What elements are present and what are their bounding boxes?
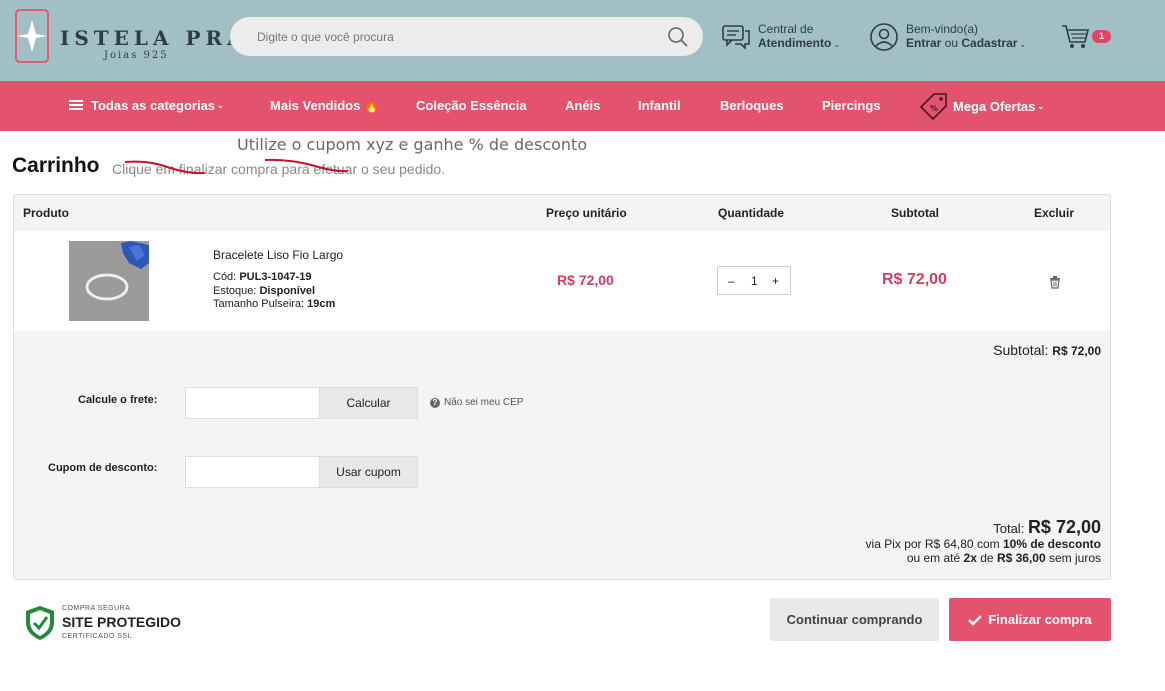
question-icon: ? bbox=[430, 397, 440, 408]
apply-coupon-button[interactable]: Usar cupom bbox=[319, 456, 418, 488]
installments-mid: de bbox=[980, 551, 994, 565]
quantity-stepper: – 1 + bbox=[717, 266, 791, 295]
calculate-shipping-button[interactable]: Calcular bbox=[319, 387, 418, 419]
header-remove: Excluir bbox=[1034, 206, 1075, 220]
strikethrough-scribble bbox=[124, 158, 349, 175]
installments-suffix: sem juros bbox=[1048, 551, 1101, 565]
register-link[interactable]: Cadastrar bbox=[961, 36, 1017, 50]
nav-item-piercings[interactable]: Piercings bbox=[822, 98, 881, 113]
increase-qty-button[interactable]: + bbox=[772, 274, 779, 288]
support-line2: Atendimento bbox=[758, 36, 832, 50]
logo-mark-icon bbox=[15, 9, 49, 63]
chat-icon bbox=[722, 25, 750, 50]
stock-label: Estoque: bbox=[213, 284, 257, 297]
installments-times: 2x bbox=[963, 551, 977, 565]
trash-icon[interactable] bbox=[1048, 275, 1062, 289]
product-stock: Disponível bbox=[259, 284, 316, 297]
subtotal-value: R$ 72,00 bbox=[1052, 344, 1101, 358]
cart-panel: Produto Preço unitário Quantidade Subtot… bbox=[13, 194, 1111, 580]
secure-site-seal: COMPRA SEGURA SITE PROTEGIDO CERTIFICADO… bbox=[24, 604, 181, 644]
cart-table-header: Produto Preço unitário Quantidade Subtot… bbox=[14, 195, 1110, 231]
decrease-qty-button[interactable]: – bbox=[728, 274, 735, 288]
main-nav: Todas as categorias ⌄ Mais Vendidos 🔥 Col… bbox=[0, 81, 1165, 131]
cep-input[interactable] bbox=[185, 387, 319, 419]
pix-prefix: via Pix por bbox=[865, 537, 922, 551]
coupon-annotation: Utilize o cupom xyz e ganhe % de descont… bbox=[237, 135, 588, 154]
search-icon[interactable] bbox=[667, 26, 689, 48]
subtotal-summary: Subtotal: R$ 72,00 bbox=[993, 342, 1101, 358]
nav-item-colecao-essencia[interactable]: Coleção Essência bbox=[416, 98, 527, 113]
total-value: R$ 72,00 bbox=[1027, 517, 1101, 537]
page-title: Carrinho bbox=[12, 154, 100, 177]
row-subtotal: R$ 72,00 bbox=[882, 271, 947, 288]
shipping-label: Calcule o frete: bbox=[78, 394, 158, 406]
nav-item-mais-vendidos[interactable]: Mais Vendidos 🔥 bbox=[270, 98, 380, 114]
cart-item-row: Bracelete Liso Fio Largo Cód: PUL3-1047-… bbox=[14, 231, 1110, 331]
price-tag-icon: % bbox=[920, 93, 947, 120]
support-line1: Central de bbox=[758, 22, 814, 36]
pix-value: R$ 64,80 bbox=[924, 537, 974, 551]
account-greeting: Bem-vindo(a) bbox=[906, 22, 979, 36]
nav-mega-ofertas-label: Mega Ofertas bbox=[953, 98, 1036, 114]
product-name[interactable]: Bracelete Liso Fio Largo bbox=[213, 248, 343, 262]
menu-icon bbox=[69, 100, 83, 111]
pix-line: via Pix por R$ 64,80 com 10% de desconto bbox=[866, 537, 1101, 551]
cart-icon[interactable] bbox=[1060, 22, 1090, 50]
product-code: PUL3-1047-19 bbox=[239, 271, 312, 283]
product-image[interactable] bbox=[69, 241, 149, 321]
installments-value: R$ 36,00 bbox=[996, 551, 1046, 565]
coupon-input[interactable] bbox=[185, 456, 319, 488]
chevron-down-icon: ⌄ bbox=[1019, 40, 1027, 49]
installments-prefix: ou em até bbox=[906, 551, 961, 565]
coupon-label: Cupom de desconto: bbox=[48, 462, 158, 474]
checkout-button[interactable]: Finalizar compra bbox=[949, 598, 1111, 641]
unit-price: R$ 72,00 bbox=[557, 272, 614, 288]
support-link[interactable]: Central de Atendimento ⌄ bbox=[721, 22, 840, 52]
seal-main-text: SITE PROTEGIDO bbox=[62, 614, 182, 630]
total-label: Total: bbox=[993, 521, 1025, 536]
header-subtotal: Subtotal bbox=[891, 206, 939, 220]
header-product: Produto bbox=[23, 206, 69, 220]
nav-mega-ofertas[interactable]: % Mega Ofertas ⌄ bbox=[920, 92, 1044, 120]
account-or: ou bbox=[944, 36, 959, 50]
product-meta: Cód: PUL3-1047-19 Estoque: Disponível Ta… bbox=[213, 271, 335, 312]
svg-text:%: % bbox=[930, 104, 938, 113]
pix-discount: 10% de desconto bbox=[1002, 537, 1101, 551]
continue-shopping-button[interactable]: Continuar comprando bbox=[770, 598, 939, 641]
nav-item-aneis[interactable]: Anéis bbox=[565, 98, 600, 113]
product-size: 19cm bbox=[307, 298, 336, 310]
nav-all-categories[interactable]: Todas as categorias ⌄ bbox=[69, 98, 224, 113]
top-header: ISTELA PRATAS Joias 925 Digite o que voc… bbox=[0, 0, 1165, 81]
user-icon bbox=[870, 23, 898, 51]
shield-check-icon bbox=[26, 606, 54, 640]
header-unit-price: Preço unitário bbox=[546, 206, 627, 220]
seal-bottom-text: CERTIFICADO SSL bbox=[62, 633, 132, 640]
header-quantity: Quantidade bbox=[718, 206, 785, 220]
chevron-down-icon: ⌄ bbox=[217, 101, 224, 110]
search-placeholder: Digite o que você procura bbox=[257, 30, 394, 44]
seal-top-text: COMPRA SEGURA bbox=[62, 605, 131, 612]
cep-help-link[interactable]: ? Não sei meu CEP bbox=[430, 397, 523, 408]
cart-count-badge: 1 bbox=[1092, 30, 1111, 43]
brand-tagline: Joias 925 bbox=[104, 50, 169, 61]
search-input[interactable]: Digite o que você procura bbox=[230, 17, 703, 56]
nav-item-infantil[interactable]: Infantil bbox=[638, 98, 681, 113]
subtotal-label: Subtotal: bbox=[993, 342, 1049, 358]
size-label: Tamanho Pulseira: bbox=[213, 298, 305, 310]
total-summary: Total: R$ 72,00 via Pix por R$ 64,80 com… bbox=[866, 517, 1101, 565]
installments-line: ou em até 2x de R$ 36,00 sem juros bbox=[866, 551, 1101, 565]
code-label: Cód: bbox=[213, 271, 237, 283]
chevron-down-icon: ⌄ bbox=[1037, 101, 1045, 111]
checkout-button-label: Finalizar compra bbox=[988, 612, 1092, 627]
account-link[interactable]: Bem-vindo(a) Entrar ou Cadastrar ⌄ bbox=[869, 22, 1026, 52]
chevron-down-icon: ⌄ bbox=[833, 40, 841, 49]
pix-mid: com bbox=[976, 537, 1000, 551]
quantity-value[interactable]: 1 bbox=[751, 274, 758, 288]
login-link[interactable]: Entrar bbox=[906, 36, 941, 50]
nav-all-categories-label: Todas as categorias bbox=[91, 98, 216, 113]
brand-logo[interactable]: ISTELA PRATAS Joias 925 bbox=[14, 8, 300, 66]
nav-item-berloques[interactable]: Berloques bbox=[720, 98, 784, 113]
cep-help-text: Não sei meu CEP bbox=[444, 397, 524, 408]
check-icon bbox=[968, 614, 983, 626]
